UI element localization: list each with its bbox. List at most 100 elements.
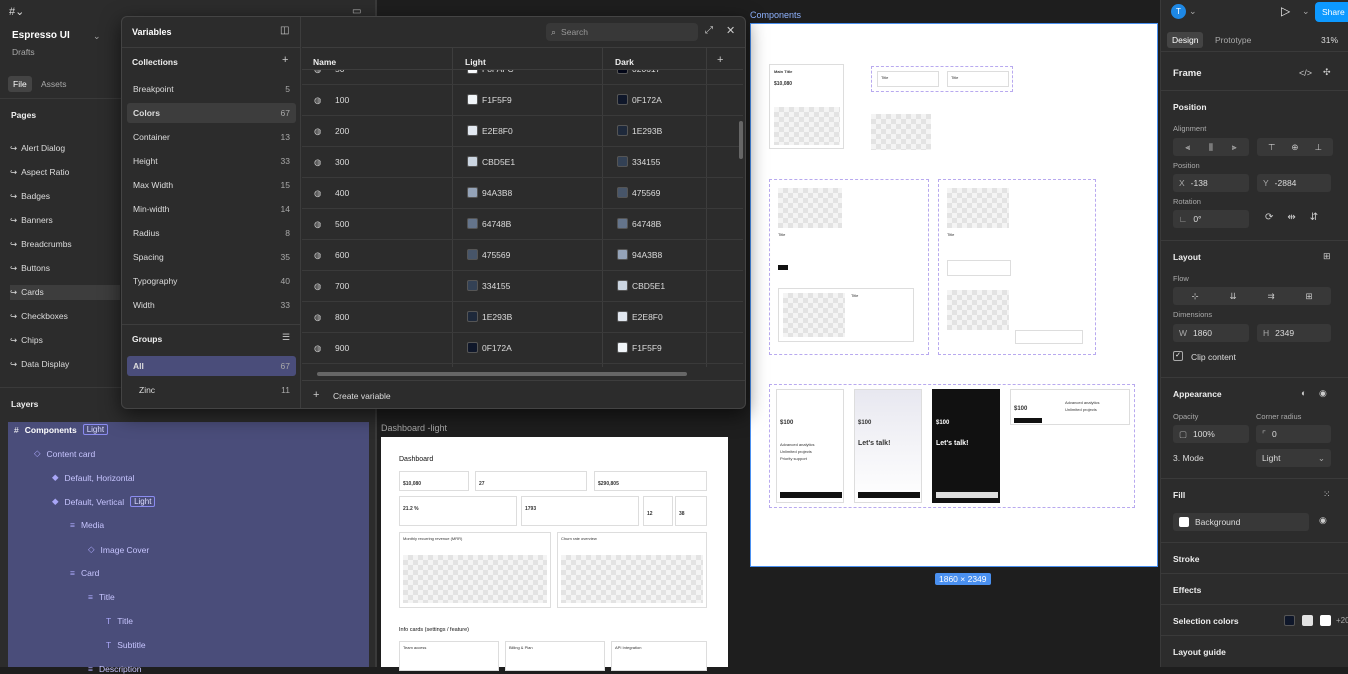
- group-zinc[interactable]: Zinc 11: [127, 380, 296, 400]
- create-variable-button[interactable]: Create variable: [333, 391, 391, 401]
- light-swatch[interactable]: [467, 156, 478, 167]
- components-frame[interactable]: Main Title $10,080 Title Title Title Tit…: [750, 23, 1158, 567]
- flip-icons[interactable]: ⟳⇹⇵: [1265, 212, 1332, 223]
- light-value[interactable]: 475569: [482, 250, 510, 260]
- layer-row[interactable]: # Components Light: [14, 424, 109, 435]
- fill-input[interactable]: Background: [1173, 513, 1309, 531]
- corner-radius-input[interactable]: ⌜ 0: [1256, 425, 1331, 443]
- align-left-icon[interactable]: ⫷: [1185, 142, 1190, 153]
- layer-row[interactable]: ◇ Content card: [34, 448, 95, 459]
- layer-row[interactable]: ◇ Image Cover: [88, 544, 149, 555]
- selection-color-swatch[interactable]: [1320, 615, 1331, 626]
- light-swatch[interactable]: [467, 187, 478, 198]
- layer-row[interactable]: ≡ Media: [70, 520, 104, 530]
- flow-free-icon[interactable]: ⊹: [1191, 291, 1198, 302]
- flow-horizontal-icon[interactable]: ⇉: [1267, 291, 1274, 302]
- opacity-input[interactable]: ▢ 100%: [1173, 425, 1249, 443]
- variable-name[interactable]: 100: [335, 95, 349, 105]
- dark-value[interactable]: 94A3B8: [632, 250, 662, 260]
- variable-row[interactable]: ◍ 100 F1F5F9 0F172A: [302, 85, 743, 116]
- dark-swatch[interactable]: [617, 70, 628, 74]
- variable-row[interactable]: ◍ 400 94A3B8 475569: [302, 178, 743, 209]
- frame-label[interactable]: Frame: [1173, 68, 1202, 79]
- variable-row[interactable]: ◍ 300 CBD5E1 334155: [302, 147, 743, 178]
- share-button[interactable]: Share: [1315, 2, 1348, 22]
- clip-content-checkbox[interactable]: ✓: [1173, 351, 1183, 361]
- avatar[interactable]: T: [1171, 4, 1186, 19]
- expand-icon[interactable]: ⤢: [705, 25, 713, 36]
- zoom-level[interactable]: 31%: [1321, 35, 1338, 45]
- project-name[interactable]: Drafts: [12, 47, 35, 57]
- variable-row[interactable]: ◍ 50 F8FAFC 020617: [302, 70, 743, 85]
- variable-name[interactable]: 300: [335, 157, 349, 167]
- dark-swatch[interactable]: [617, 187, 628, 198]
- dark-value[interactable]: 64748B: [632, 219, 661, 229]
- search-input[interactable]: ⌕ Search: [546, 23, 698, 41]
- layer-row[interactable]: ◆ Default, Vertical Light: [52, 496, 156, 507]
- dark-value[interactable]: F1F5F9: [632, 343, 662, 353]
- x-input[interactable]: X -138: [1173, 174, 1249, 192]
- light-swatch[interactable]: [467, 94, 478, 105]
- variable-row[interactable]: ◍ 900 0F172A F1F5F9: [302, 333, 743, 364]
- dark-swatch[interactable]: [617, 156, 628, 167]
- align-bottom-icon[interactable]: ⊥: [1315, 142, 1322, 153]
- light-value[interactable]: F1F5F9: [482, 95, 512, 105]
- column-dark[interactable]: Dark: [615, 57, 634, 67]
- page-item[interactable]: ↪ Breadcrumbs: [10, 239, 72, 250]
- dark-value[interactable]: 0F172A: [632, 95, 662, 105]
- layer-row[interactable]: T Subtitle: [106, 640, 146, 650]
- tab-assets[interactable]: Assets: [41, 79, 67, 89]
- add-mode-icon[interactable]: +: [717, 54, 723, 66]
- variable-row[interactable]: ◍ 200 E2E8F0 1E293B: [302, 116, 743, 147]
- mode-select[interactable]: Light ⌄: [1256, 449, 1331, 467]
- dark-value[interactable]: 334155: [632, 157, 660, 167]
- file-chevron-icon[interactable]: ⌄: [93, 31, 101, 42]
- light-swatch[interactable]: [467, 249, 478, 260]
- variable-row[interactable]: ◍ 600 475569 94A3B8: [302, 240, 743, 271]
- light-swatch[interactable]: [467, 280, 478, 291]
- add-collection-icon[interactable]: +: [282, 54, 288, 66]
- light-swatch[interactable]: [467, 342, 478, 353]
- page-item[interactable]: ↪ Alert Dialog: [10, 143, 65, 154]
- flow-vertical-icon[interactable]: ⇊: [1229, 291, 1236, 302]
- width-input[interactable]: W 1860: [1173, 324, 1249, 342]
- variable-row[interactable]: ◍ 700 334155 CBD5E1: [302, 271, 743, 302]
- variable-name[interactable]: 200: [335, 126, 349, 136]
- light-value[interactable]: 64748B: [482, 219, 511, 229]
- fill-styles-icon[interactable]: ⁙: [1323, 489, 1331, 500]
- layer-row[interactable]: ≡ Card: [70, 568, 99, 578]
- close-icon[interactable]: ✕: [726, 24, 735, 37]
- page-item[interactable]: ↪ Chips: [10, 335, 43, 346]
- dashboard-frame-label[interactable]: Dashboard -light: [381, 423, 447, 433]
- variable-name[interactable]: 700: [335, 281, 349, 291]
- layer-row[interactable]: T Title: [106, 616, 133, 626]
- selection-colors-more[interactable]: +20: [1336, 616, 1348, 625]
- component-icon[interactable]: ✣: [1323, 67, 1331, 78]
- variable-name[interactable]: 50: [335, 70, 344, 74]
- tab-prototype[interactable]: Prototype: [1215, 35, 1251, 45]
- column-light[interactable]: Light: [465, 57, 486, 67]
- dark-swatch[interactable]: [617, 218, 628, 229]
- dark-swatch[interactable]: [617, 125, 628, 136]
- rotation-input[interactable]: ∟ 0°: [1173, 210, 1249, 228]
- variable-row[interactable]: ◍ 500 64748B 64748B: [302, 209, 743, 240]
- variable-name[interactable]: 500: [335, 219, 349, 229]
- layout-guide-title[interactable]: Layout guide: [1173, 647, 1226, 657]
- light-value[interactable]: 334155: [482, 281, 510, 291]
- dark-value[interactable]: 1E293B: [632, 126, 662, 136]
- figma-menu-icon[interactable]: #⌄: [9, 5, 24, 18]
- light-swatch[interactable]: [467, 70, 478, 74]
- variable-name[interactable]: 900: [335, 343, 349, 353]
- visibility-icon[interactable]: ◉: [1319, 388, 1327, 399]
- variable-row[interactable]: ◍ 800 1E293B E2E8F0: [302, 302, 743, 333]
- flow-group[interactable]: ⊹ ⇊ ⇉ ⊞: [1173, 287, 1331, 305]
- align-center-icon[interactable]: ⫼: [1209, 142, 1213, 153]
- page-item[interactable]: ↪ Data Display: [10, 359, 69, 370]
- tab-file[interactable]: File: [8, 76, 32, 92]
- variable-name[interactable]: 400: [335, 188, 349, 198]
- sidebar-toggle-icon[interactable]: ◫: [280, 25, 289, 36]
- dashboard-frame[interactable]: Dashboard $10,080 27 $290,805 21.2 % 179…: [381, 437, 728, 671]
- dark-swatch[interactable]: [617, 311, 628, 322]
- horizontal-align-group[interactable]: ⫷ ⫼ ⫸: [1173, 138, 1249, 156]
- page-item[interactable]: ↪ Banners: [10, 215, 53, 226]
